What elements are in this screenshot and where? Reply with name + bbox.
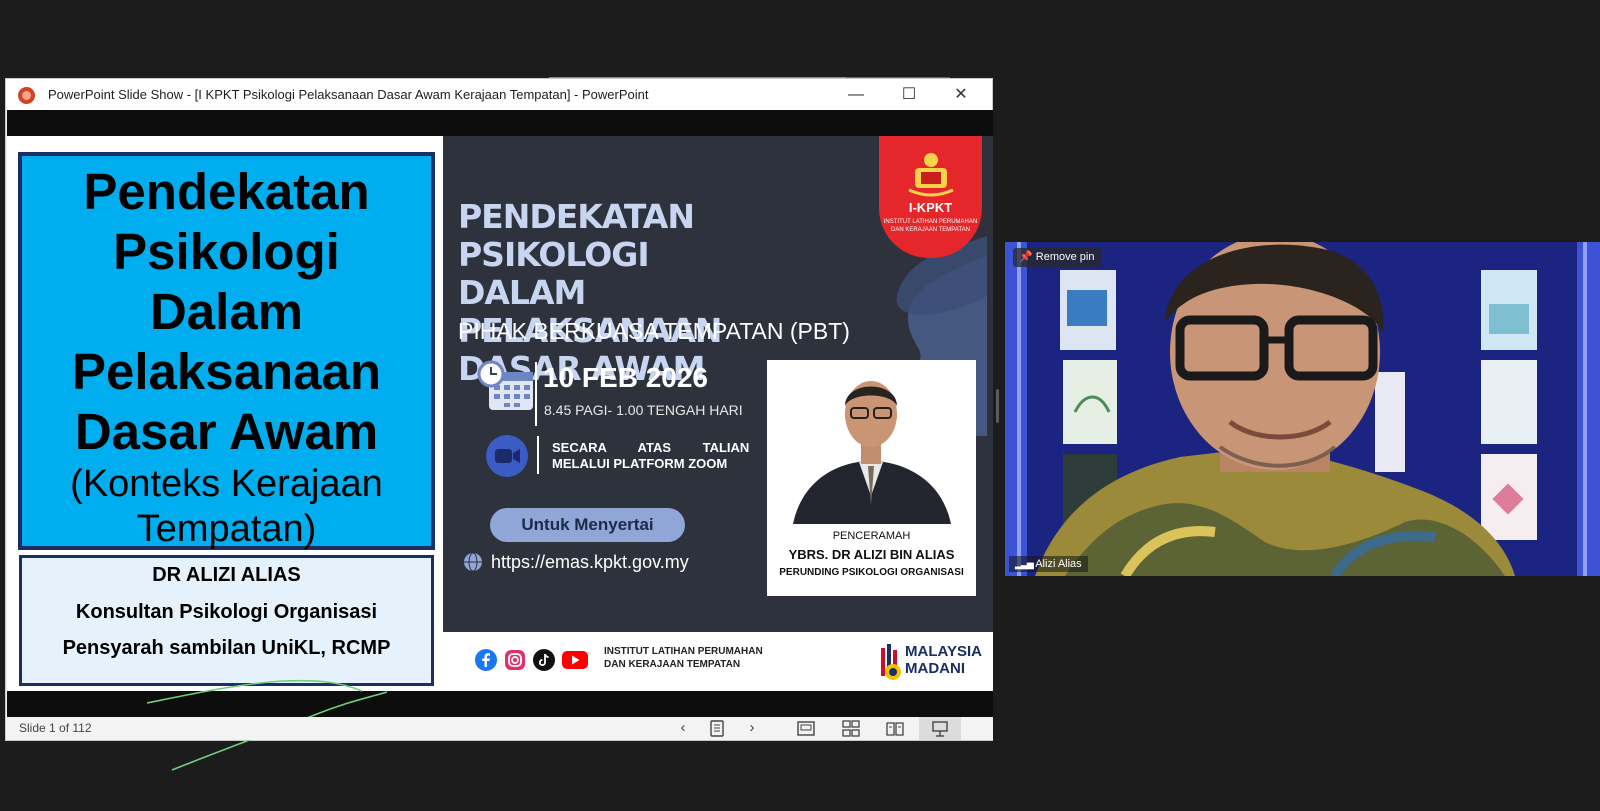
youtube-icon (562, 651, 588, 669)
madani-emblem-icon (881, 644, 901, 680)
title-bar[interactable]: PowerPoint Slide Show - [I KPKT Psikolog… (6, 79, 992, 110)
footer-org: INSTITUT LATIHAN PERUMAHAN DAN KERAJAAN … (604, 645, 763, 671)
next-slide-icon[interactable]: › (741, 719, 763, 737)
slide-title-line: Pelaksanaan (71, 343, 382, 400)
pin-icon: 📌 (1019, 251, 1033, 263)
calendar-clock-icon (477, 360, 533, 410)
speaker-title: PERUNDING PSIKOLOGI ORGANISASI (779, 567, 964, 578)
slide-title-line: Pendekatan (83, 163, 370, 220)
powerpoint-window: PowerPoint Slide Show - [I KPKT Psikolog… (5, 78, 993, 771)
footer-org-line: INSTITUT LATIHAN PERUMAHAN (604, 646, 763, 657)
slideshow-view-button[interactable] (919, 717, 961, 740)
speaker-photo (773, 366, 970, 524)
online-line-1: SECARA ATAS TALIAN (552, 440, 750, 455)
window-title: PowerPoint Slide Show - [I KPKT Psikolog… (48, 87, 649, 102)
minimize-button[interactable]: — (833, 79, 879, 110)
author-affiliation: Pensyarah sambilan UniKL, RCMP (62, 637, 391, 659)
globe-icon (464, 552, 482, 572)
participant-name: Alizi Alias (1035, 558, 1082, 570)
badge-caption: INSTITUT LATIHAN PERUMAHAN DAN KERAJAAN … (879, 218, 982, 234)
online-line-2: MELALUI PLATFORM ZOOM (552, 456, 728, 471)
previous-slide-icon[interactable]: ‹ (672, 719, 694, 737)
author-name: DR ALIZI ALIAS (152, 564, 301, 586)
normal-view-icon[interactable] (797, 720, 815, 737)
slide-subtitle: (Konteks Kerajaan Tempatan) (22, 462, 431, 552)
slide-subtitle-line: Tempatan) (136, 508, 317, 550)
event-time: 8.45 PAGI- 1.00 TENGAH HARI (544, 402, 743, 418)
slide-counter: Slide 1 of 112 (19, 721, 92, 735)
participant-name-tag: ▂▃▅ Alizi Alias (1009, 556, 1088, 572)
badge-caption-line: INSTITUT LATIHAN PERUMAHAN (883, 219, 978, 225)
date-divider (535, 362, 537, 426)
remove-pin-label: Remove pin (1035, 251, 1095, 263)
zoom-camera-icon (486, 435, 528, 477)
poster-subheadline: PIHAK BERKUASA TEMPATAN (PBT) (458, 318, 850, 344)
slide-navigator-icon[interactable] (709, 720, 725, 737)
instagram-icon (505, 650, 525, 670)
event-date: 10 FEB 2026 (543, 362, 708, 393)
coat-of-arms-icon (908, 153, 954, 197)
slide-show-area[interactable]: Pendekatan Psikologi Dalam Pelaksanaan D… (7, 110, 993, 771)
powerpoint-app-icon (18, 87, 35, 104)
facebook-icon (475, 649, 497, 671)
close-button[interactable]: ✕ (938, 79, 984, 110)
slideshow-view-icon (932, 721, 948, 737)
ikpkt-badge: I-KPKT INSTITUT LATIHAN PERUMAHAN DAN KE… (879, 136, 982, 258)
maximize-button[interactable]: ☐ (886, 79, 932, 110)
slide-title-line: Dasar Awam (74, 403, 379, 460)
author-box: DR ALIZI ALIAS Konsultan Psikologi Organ… (19, 555, 434, 686)
tiktok-icon (533, 649, 555, 671)
participant-video-tile[interactable]: 📌 Remove pin ▂▃▅ Alizi Alias (1005, 242, 1600, 576)
poster-headline-line: PENDEKATAN PSIKOLOGI (458, 197, 695, 274)
poster-footer: INSTITUT LATIHAN PERUMAHAN DAN KERAJAAN … (443, 632, 993, 691)
footer-org-line: DAN KERAJAAN TEMPATAN (604, 659, 741, 670)
slide-title-line: Psikologi (113, 223, 340, 280)
panel-splitter[interactable] (996, 389, 999, 423)
malaysia-madani-logo: MALAYSIA MADANI (879, 642, 982, 684)
remove-pin-button[interactable]: 📌 Remove pin (1013, 248, 1103, 267)
reading-view-icon[interactable] (886, 720, 904, 737)
speaker-role: PENCERAMAH (832, 530, 911, 542)
slideshow-status-bar: Slide 1 of 112 ‹ › (7, 717, 993, 740)
slide-subtitle-line: (Konteks Kerajaan (70, 463, 383, 505)
slide-title-line: Dalam (149, 283, 304, 340)
online-divider (537, 436, 539, 474)
signal-strength-icon: ▂▃▅ (1015, 559, 1034, 569)
participant-video-frame (1005, 242, 1600, 576)
madani-wordmark-line: MALAYSIA (905, 643, 982, 660)
speaker-card: PENCERAMAH YBRS. DR ALIZI BIN ALIAS PERU… (767, 360, 976, 596)
slide-title-box: Pendekatan Psikologi Dalam Pelaksanaan D… (18, 152, 435, 550)
register-button: Untuk Menyertai (490, 508, 685, 542)
madani-wordmark-line: MADANI (905, 660, 965, 677)
author-role: Konsultan Psikologi Organisasi (75, 601, 378, 623)
slide[interactable]: Pendekatan Psikologi Dalam Pelaksanaan D… (7, 136, 993, 691)
badge-title: I-KPKT (908, 200, 953, 215)
speaker-name: YBRS. DR ALIZI BIN ALIAS (788, 547, 955, 562)
slide-title: Pendekatan Psikologi Dalam Pelaksanaan D… (22, 162, 431, 462)
slide-sorter-icon[interactable] (842, 720, 860, 737)
badge-caption-line: DAN KERAJAAN TEMPATAN (891, 227, 970, 233)
madani-wordmark: MALAYSIA MADANI (905, 643, 982, 677)
event-url: https://emas.kpkt.gov.my (491, 552, 689, 572)
